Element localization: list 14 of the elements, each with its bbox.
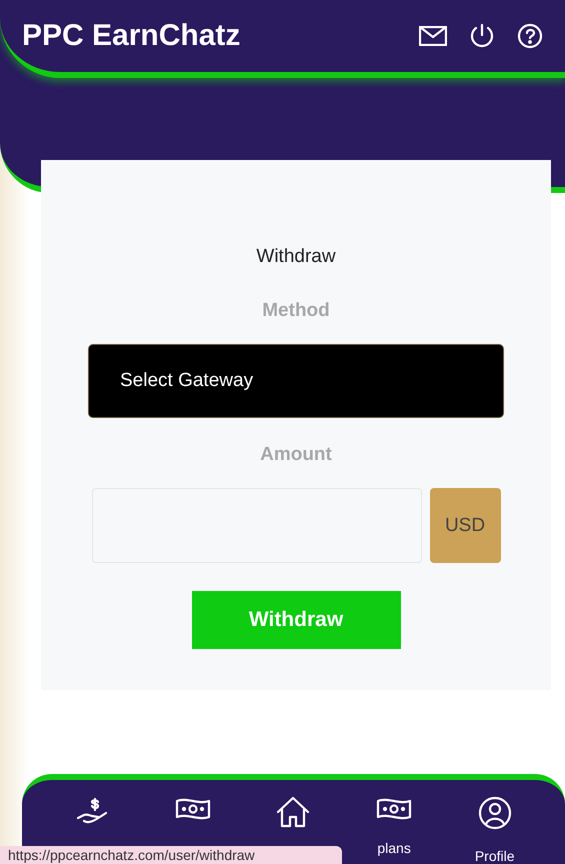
currency-label: USD — [430, 488, 500, 564]
status-url: https://ppcearnchatz.com/user/withdraw — [0, 846, 342, 864]
mail-icon[interactable] — [419, 26, 447, 46]
profile-icon — [478, 796, 512, 830]
gateway-select[interactable]: Select Gateway — [88, 344, 504, 418]
power-icon[interactable] — [469, 22, 495, 49]
app-title: PPC EarnChatz — [22, 18, 240, 53]
help-icon[interactable] — [517, 22, 543, 49]
nav-item[interactable]: plans — [359, 796, 430, 856]
method-label: Method — [262, 300, 330, 322]
amount-label: Amount — [260, 444, 332, 466]
form-title: Withdraw — [256, 246, 336, 268]
nav-item[interactable]: Profile — [460, 796, 530, 864]
home-icon — [276, 796, 310, 828]
